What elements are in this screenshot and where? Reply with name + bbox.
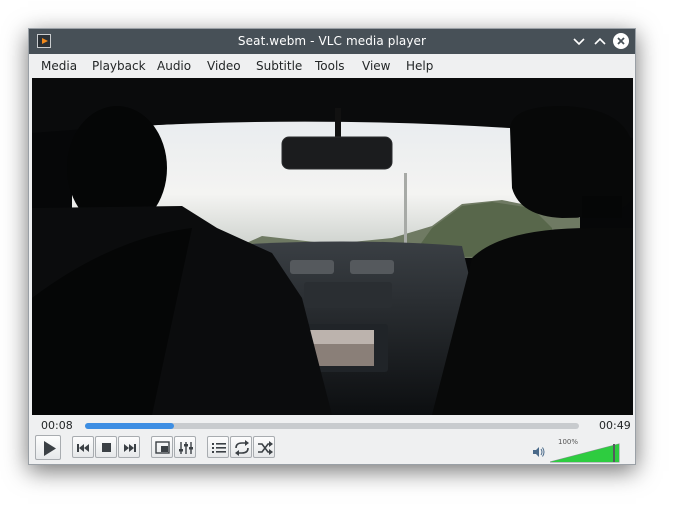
seek-bar-row: 00:08 00:49 xyxy=(29,416,635,434)
vlc-window: Seat.webm - VLC media player Media Playb… xyxy=(28,28,636,465)
menu-audio[interactable]: Audio xyxy=(157,59,191,73)
fullscreen-icon xyxy=(155,441,170,454)
elapsed-time: 00:08 xyxy=(41,419,73,432)
loop-icon xyxy=(235,440,249,456)
menu-bar: Media Playback Audio Video Subtitle Tool… xyxy=(29,54,635,78)
menu-video[interactable]: Video xyxy=(207,59,241,73)
next-icon xyxy=(124,444,136,452)
volume-slider[interactable] xyxy=(550,443,620,463)
stop-icon xyxy=(102,443,111,452)
chevron-up-icon xyxy=(594,37,606,45)
window-title: Seat.webm - VLC media player xyxy=(237,34,427,48)
menu-subtitle[interactable]: Subtitle xyxy=(256,59,302,73)
playlist-icon xyxy=(212,443,226,453)
playback-controls: 100% xyxy=(29,434,635,464)
volume-handle[interactable] xyxy=(613,444,615,462)
title-bar: Seat.webm - VLC media player xyxy=(29,29,635,54)
menu-tools[interactable]: Tools xyxy=(315,59,345,73)
minimize-button[interactable] xyxy=(571,33,587,49)
maximize-button[interactable] xyxy=(592,33,608,49)
close-button[interactable] xyxy=(613,33,629,49)
menu-media[interactable]: Media xyxy=(41,59,77,73)
stop-button[interactable] xyxy=(95,436,117,458)
menu-playback[interactable]: Playback xyxy=(92,59,146,73)
total-time: 00:49 xyxy=(599,419,631,432)
seek-slider[interactable] xyxy=(85,423,579,429)
video-display[interactable] xyxy=(32,78,633,415)
seek-progress xyxy=(85,423,174,429)
play-button[interactable] xyxy=(35,435,61,460)
fullscreen-button[interactable] xyxy=(151,436,173,458)
previous-icon xyxy=(77,444,89,452)
close-icon xyxy=(617,37,625,45)
shuffle-icon xyxy=(258,441,273,455)
random-button[interactable] xyxy=(253,436,275,458)
loop-button[interactable] xyxy=(230,436,252,458)
video-frame-image xyxy=(32,78,633,415)
next-button[interactable] xyxy=(118,436,140,458)
extended-settings-button[interactable] xyxy=(174,436,196,458)
play-icon xyxy=(44,441,56,456)
speaker-icon[interactable] xyxy=(532,446,546,458)
menu-view[interactable]: View xyxy=(362,59,390,73)
menu-help[interactable]: Help xyxy=(406,59,433,73)
chevron-down-icon xyxy=(573,38,585,46)
equalizer-icon xyxy=(179,442,193,454)
previous-button[interactable] xyxy=(72,436,94,458)
playlist-button[interactable] xyxy=(207,436,229,458)
